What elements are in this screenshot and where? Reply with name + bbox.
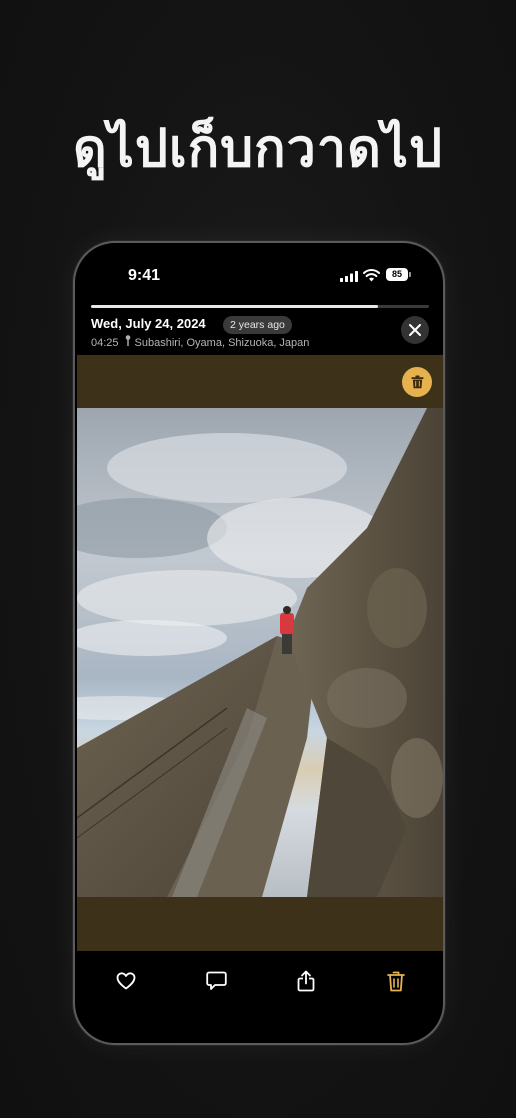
close-button[interactable] [401, 316, 429, 344]
photo-date: Wed, July 24, 2024 [91, 316, 206, 331]
progress-fill [91, 305, 379, 308]
photo-location: Subashiri, Oyama, Shizuoka, Japan [134, 337, 310, 349]
status-bar: 9:41 85 [75, 243, 443, 307]
photo-meta: 04:25 Subashiri, Oyama, Shizuoka, Japan [91, 335, 309, 349]
close-icon [409, 324, 421, 336]
signal-icon [340, 271, 358, 282]
comment-icon [205, 971, 227, 990]
photo-image [77, 408, 443, 897]
comment-button[interactable] [202, 967, 230, 995]
headline: ดูไปเก็บกวาดไป [72, 119, 443, 179]
share-icon [297, 970, 315, 992]
delete-toolbar-button[interactable] [382, 967, 410, 995]
like-button[interactable] [112, 967, 140, 995]
trash-icon [411, 375, 423, 389]
phone-frame: 9:41 85 Wed, July 24, 2024 2 years ago 0… [73, 241, 445, 1045]
bottom-toolbar [75, 953, 443, 1013]
trash-icon [387, 971, 405, 991]
location-pin-icon [125, 335, 130, 346]
relative-time-badge: 2 years ago [223, 316, 292, 334]
media-area[interactable] [77, 355, 443, 951]
progress-bar [91, 305, 429, 308]
battery-icon: 85 [386, 268, 411, 281]
wifi-icon [363, 269, 380, 282]
delete-button[interactable] [402, 367, 432, 397]
status-time: 9:41 [128, 267, 161, 284]
heart-icon [116, 972, 136, 990]
photo-time: 04:25 [91, 337, 119, 349]
share-button[interactable] [292, 967, 320, 995]
